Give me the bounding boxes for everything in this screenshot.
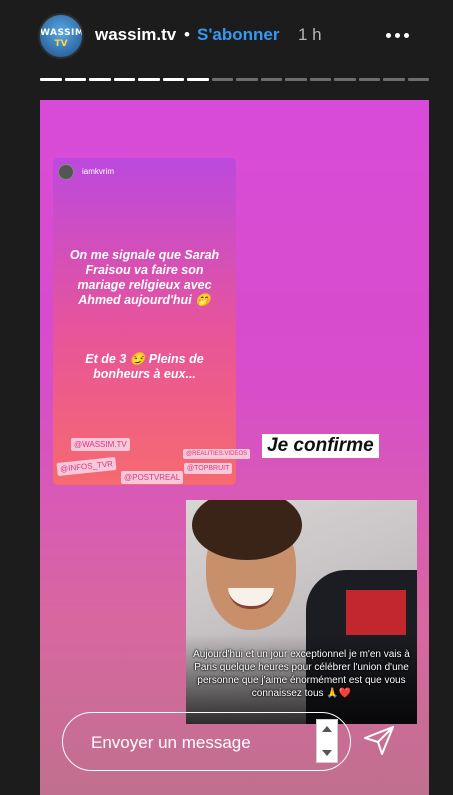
progress-segment <box>113 78 135 81</box>
post-time: 1 h <box>298 25 322 44</box>
progress-segment <box>138 78 160 81</box>
account-avatar[interactable]: WASSIM TV <box>38 13 84 59</box>
more-horizontal-icon[interactable] <box>386 25 416 45</box>
reposted-story: iamkvrim On me signale que Sarah Fraisou… <box>53 158 251 485</box>
progress-segment <box>358 78 380 81</box>
mention-tag: @REALITIES.VIDEOS <box>183 449 251 459</box>
follow-button[interactable]: S'abonner <box>197 25 279 45</box>
progress-segment <box>260 78 282 81</box>
mention-tag: @WASSIM.TV <box>71 438 130 451</box>
photo-caption: Aujourd'hui et un jour exceptionnel je m… <box>193 649 410 699</box>
progress-segment <box>309 78 331 81</box>
story-photo: Aujourd'hui et un jour exceptionnel je m… <box>186 500 417 724</box>
reposted-message-2: Et de 3 😏 Pleins de bonheurs à eux... <box>85 352 204 381</box>
progress-segment <box>187 78 209 81</box>
progress-segment <box>40 78 62 81</box>
mention-tag: @INFOS_TVR <box>56 456 117 477</box>
progress-segment <box>64 78 86 81</box>
reposted-avatar <box>58 164 74 180</box>
account-username[interactable]: wassim.tv <box>95 25 176 45</box>
chevron-down-icon[interactable] <box>322 750 332 756</box>
progress-segment <box>334 78 356 81</box>
story-progress-bar <box>40 78 429 81</box>
story-content[interactable]: iamkvrim On me signale que Sarah Fraisou… <box>40 100 429 795</box>
avatar-logo-tv: TV <box>54 39 68 49</box>
progress-segment <box>407 78 429 81</box>
story-header: WASSIM TV wassim.tv • S'abonner 1 h <box>0 0 453 75</box>
reposted-username: iamkvrim <box>82 167 114 176</box>
progress-segment <box>285 78 307 81</box>
chevron-up-icon[interactable] <box>322 726 332 732</box>
paper-plane-icon[interactable] <box>362 723 396 757</box>
avatar-logo-text: WASSIM <box>40 28 84 38</box>
progress-segment <box>89 78 111 81</box>
progress-segment <box>383 78 405 81</box>
mention-tag: @POSTVREAL <box>121 471 184 484</box>
mention-tag: @TOPBRUIT <box>184 463 233 474</box>
scroll-spinner[interactable] <box>316 719 338 763</box>
progress-segment <box>211 78 233 81</box>
reposted-message-1: On me signale que Sarah Fraisou va faire… <box>69 248 220 307</box>
message-placeholder: Envoyer un message <box>91 733 251 752</box>
progress-segment <box>162 78 184 81</box>
confirm-sticker: Je confirme <box>262 434 379 458</box>
message-input[interactable]: Envoyer un message <box>62 712 351 771</box>
progress-segment <box>236 78 258 81</box>
separator-dot: • <box>184 25 190 44</box>
